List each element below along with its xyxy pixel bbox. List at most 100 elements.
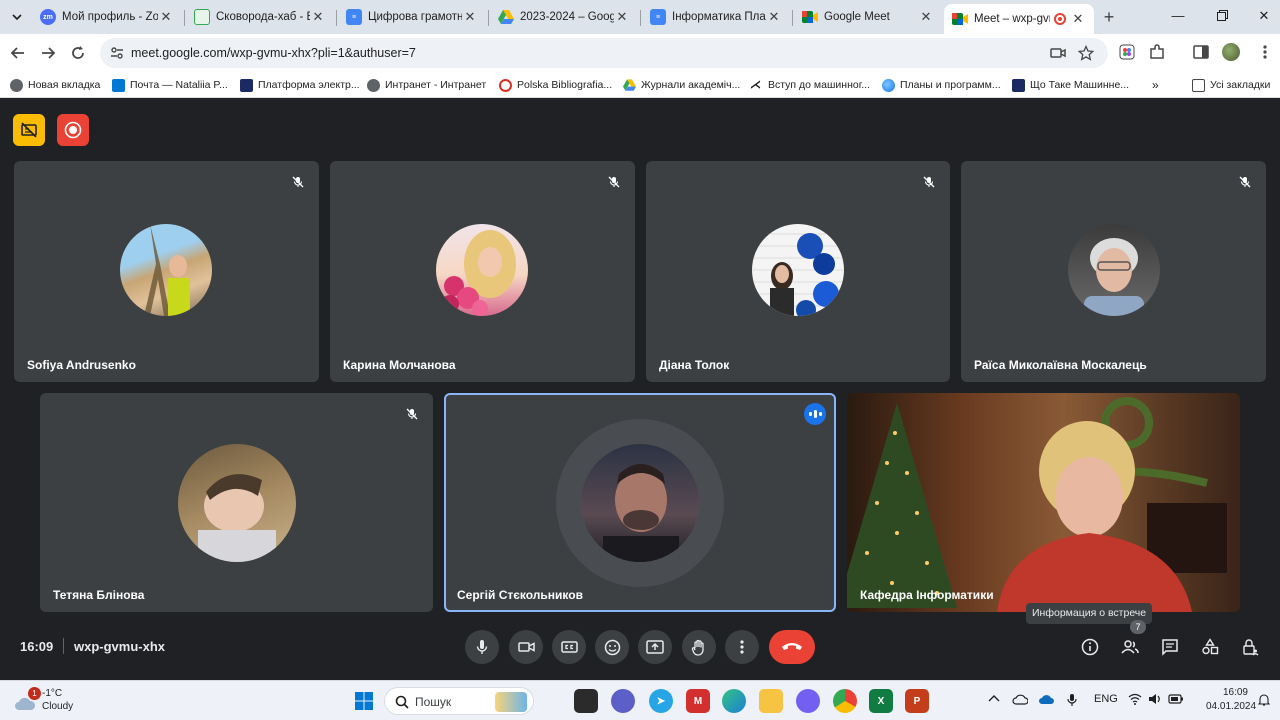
close-tab-icon[interactable]: ✕ <box>310 9 326 25</box>
new-tab-button[interactable]: + <box>1098 7 1120 27</box>
shapes-icon <box>1202 638 1219 655</box>
show-hidden-icons-chevron-up-icon[interactable] <box>988 693 1000 703</box>
participant-tile[interactable]: Діана Толок <box>646 161 950 382</box>
excel-icon[interactable]: X <box>869 689 893 713</box>
back-button[interactable] <box>8 43 28 63</box>
tab-separator <box>488 10 489 26</box>
microphone-icon <box>476 640 488 654</box>
chrome-icon[interactable] <box>833 689 857 713</box>
bookmark-polska-bibliografia[interactable]: Polska Bibliografia... <box>499 77 612 93</box>
notification-bell-icon[interactable] <box>1258 693 1270 706</box>
site-info-icon[interactable] <box>110 46 124 60</box>
activities-button[interactable] <box>1199 636 1221 658</box>
close-tab-icon[interactable]: ✕ <box>918 9 934 25</box>
arrow-left-icon <box>11 47 24 59</box>
browser-tab-google-meet[interactable]: Google Meet ✕ <box>794 4 942 30</box>
participant-tile[interactable]: Раїса Миколаївна Москалець <box>961 161 1266 382</box>
tab-search-button[interactable] <box>6 7 28 27</box>
search-highlight-icon <box>495 692 527 712</box>
raise-hand-button[interactable] <box>682 630 716 664</box>
participant-tile[interactable]: Карина Молчанова <box>330 161 635 382</box>
extensions-puzzle-icon[interactable] <box>1148 43 1166 61</box>
host-controls-button[interactable] <box>1239 636 1261 658</box>
forward-button[interactable] <box>38 43 58 63</box>
bookmark-ml-what[interactable]: Що Таке Машинне... <box>1012 77 1129 93</box>
recording-indicator-button[interactable] <box>57 114 89 146</box>
browser-tab-zoom-profile[interactable]: zm Мой профиль - Zoom ✕ <box>32 4 182 30</box>
edge-icon[interactable] <box>722 689 746 713</box>
onedrive-personal-icon[interactable] <box>1012 693 1028 705</box>
present-screen-button[interactable] <box>638 630 672 664</box>
bookmark-plans[interactable]: Планы и программ... <box>882 77 1001 93</box>
close-tab-icon[interactable]: ✕ <box>1070 11 1086 27</box>
bookmark-mail[interactable]: Почта — Nataliia P... <box>112 77 228 93</box>
system-clock[interactable]: 16:09 04.01.2024 <box>1206 686 1256 714</box>
presentation-indicator-button[interactable] <box>13 114 45 146</box>
bookmark-journals[interactable]: Журнали академіч... <box>623 77 740 93</box>
bookmark-intranet[interactable]: Интранет - Интранет <box>367 77 486 93</box>
teams-chat-icon[interactable] <box>611 689 635 713</box>
chat-button[interactable] <box>1159 636 1181 658</box>
more-options-button[interactable] <box>725 630 759 664</box>
microphone-button[interactable] <box>465 630 499 664</box>
close-tab-icon[interactable]: ✕ <box>462 9 478 25</box>
telegram-icon[interactable]: ➤ <box>649 689 673 713</box>
onedrive-business-icon[interactable] <box>1038 693 1054 705</box>
viber-icon[interactable] <box>796 689 820 713</box>
bookmark-platform[interactable]: Платформа электр... <box>240 77 360 93</box>
microphone-tray-icon[interactable] <box>1066 693 1078 707</box>
search-label: Пошук <box>415 695 452 709</box>
extension-color-icon[interactable] <box>1118 43 1136 61</box>
minimize-button[interactable]: — <box>1168 6 1188 26</box>
camera-button[interactable] <box>509 630 543 664</box>
participant-name: Раїса Миколаївна Москалець <box>974 358 1147 372</box>
side-panel-icon[interactable] <box>1192 43 1210 61</box>
leave-call-button[interactable] <box>769 630 815 664</box>
participant-tile-video[interactable]: Кафедра Інформатики <box>847 393 1240 612</box>
people-button[interactable] <box>1119 636 1141 658</box>
browser-tab-google-drive[interactable]: 2023-2024 – Google ✕ <box>490 4 638 30</box>
reload-button[interactable] <box>68 43 88 63</box>
browser-tab-informatics-plan[interactable]: ≡ Інформатика План р ✕ <box>642 4 790 30</box>
wifi-icon[interactable] <box>1128 693 1142 705</box>
file-explorer-icon[interactable] <box>759 689 783 713</box>
participant-tile-active-speaker[interactable]: Сергій Стєкольников <box>444 393 836 612</box>
camera-in-use-icon[interactable] <box>1050 45 1066 61</box>
more-vert-icon[interactable] <box>1256 43 1274 61</box>
captions-button[interactable] <box>552 630 586 664</box>
battery-icon[interactable] <box>1168 693 1184 705</box>
bookmark-star-icon[interactable] <box>1078 45 1094 61</box>
language-indicator[interactable]: ENG <box>1094 693 1118 705</box>
profile-avatar[interactable] <box>1222 43 1240 61</box>
folder-icon <box>1192 78 1205 92</box>
browser-tab-skovoroda-hub[interactable]: Сковорода-хаб - Ве ✕ <box>186 4 334 30</box>
shield-book-icon <box>240 78 253 92</box>
all-bookmarks-button[interactable]: Усі закладки <box>1192 77 1270 93</box>
browser-tab-digital-literacy[interactable]: ≡ Цифрова грамотніст ✕ <box>338 4 486 30</box>
start-button[interactable] <box>352 689 376 713</box>
browser-tab-meet-active[interactable]: Meet – wxp-gvm ✕ <box>944 4 1094 34</box>
participant-tile[interactable]: Sofiya Andrusenko <box>14 161 319 382</box>
browser-toolbar: meet.google.com/wxp-gvmu-xhx?pli=1&authu… <box>0 34 1280 72</box>
close-tab-icon[interactable]: ✕ <box>158 9 174 25</box>
powerpoint-icon[interactable]: P <box>905 689 929 713</box>
bookmarks-overflow-button[interactable]: » <box>1152 77 1159 93</box>
taskbar-search[interactable]: Пошук <box>384 687 534 715</box>
mcafee-icon[interactable]: M <box>686 689 710 713</box>
system-time: 16:09 <box>1222 687 1248 698</box>
address-bar[interactable]: meet.google.com/wxp-gvmu-xhx?pli=1&authu… <box>100 38 1108 68</box>
search-icon <box>395 695 409 709</box>
volume-icon[interactable] <box>1148 693 1162 705</box>
bookmark-new-tab[interactable]: Новая вкладка <box>10 77 100 93</box>
bookmark-ml-intro[interactable]: ⋌ Вступ до машинног... <box>750 77 870 93</box>
close-tab-icon[interactable]: ✕ <box>766 9 782 25</box>
closed-captions-icon <box>560 641 578 653</box>
task-view-icon[interactable] <box>574 689 598 713</box>
participant-tile[interactable]: Тетяна Блінова <box>40 393 433 612</box>
maximize-button[interactable] <box>1212 6 1232 26</box>
participant-name: Карина Молчанова <box>343 358 456 372</box>
reactions-button[interactable] <box>595 630 629 664</box>
meeting-details-button[interactable] <box>1079 636 1101 658</box>
close-window-button[interactable]: ✕ <box>1254 6 1274 26</box>
close-tab-icon[interactable]: ✕ <box>614 9 630 25</box>
